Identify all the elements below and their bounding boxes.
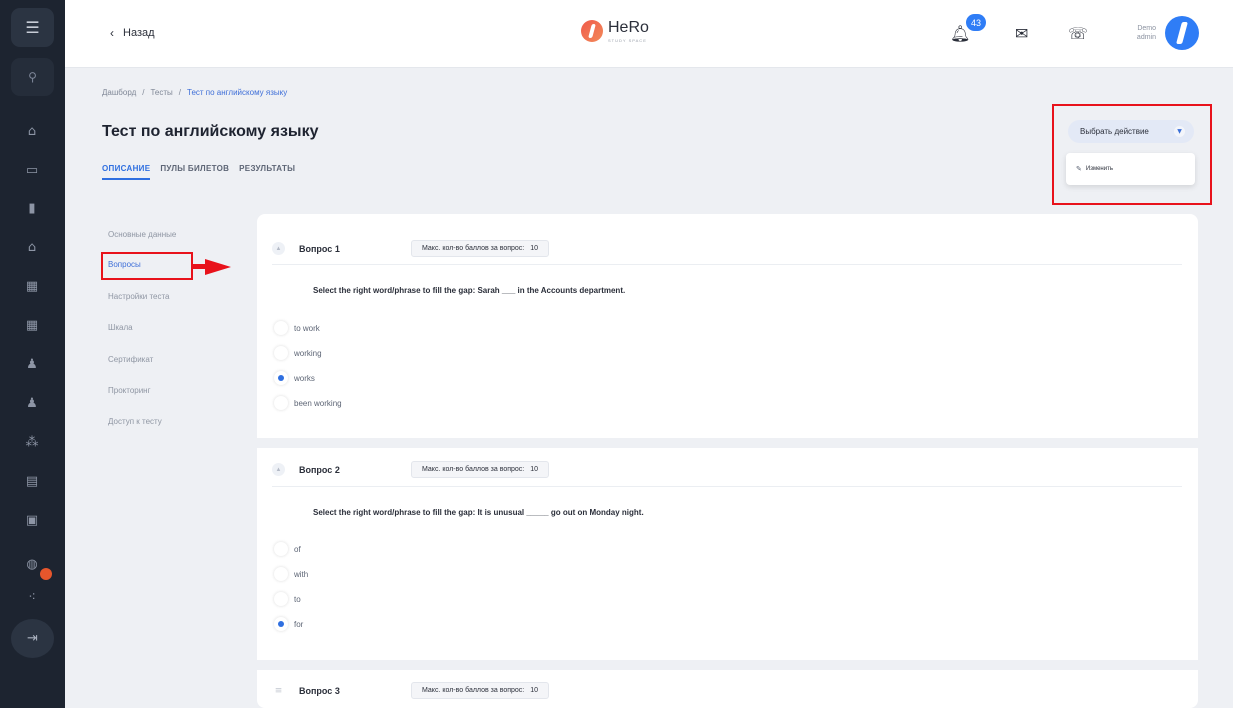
question-text: Select the right word/phrase to fill the… <box>313 286 626 295</box>
submenu-item-basic[interactable]: Основные данные <box>108 230 176 239</box>
divider <box>272 486 1182 487</box>
monitor-icon[interactable]: ▭ <box>19 159 45 181</box>
submenu-item-access[interactable]: Доступ к тесту <box>108 417 162 426</box>
breadcrumb-current: Тест по английскому языку <box>187 88 288 97</box>
tabs: ОПИСАНИЕ ПУЛЫ БИЛЕТОВ РЕЗУЛЬТАТЫ <box>102 164 295 180</box>
answer-option[interactable]: to <box>274 592 301 606</box>
answer-option[interactable]: to work <box>274 321 320 335</box>
question-label: Вопрос 3 <box>299 685 340 696</box>
answer-option[interactable]: been working <box>274 396 342 410</box>
submenu-item-settings[interactable]: Настройки теста <box>108 292 170 301</box>
logo-subtitle: STUDY SPACE <box>608 38 647 43</box>
collapse-icon[interactable]: ▲ <box>272 242 285 255</box>
person-icon[interactable]: ♟ <box>19 392 45 414</box>
user-name: Demo <box>1137 25 1156 32</box>
menu-icon[interactable]: ☰ <box>11 8 54 47</box>
answer-option[interactable]: of <box>274 542 301 556</box>
highlight-arrow-head <box>205 259 231 275</box>
document-icon[interactable]: ▤ <box>19 470 45 492</box>
left-sidebar: ☰ ⚲ ⌂ ▭ ▮ ⌂ ▦ ▦ ♟ ♟ ⁂ ▤ ▣ ◍ ⁖ ⇥ <box>0 0 65 708</box>
top-header: ‹ Назад HeRo STUDY SPACE 🔔︎ 43 ✉ ☏ Demo … <box>65 0 1233 68</box>
tab-description[interactable]: ОПИСАНИЕ <box>102 164 151 180</box>
answer-option[interactable]: for <box>274 617 303 631</box>
support-icon[interactable]: ☏ <box>1068 24 1088 43</box>
breadcrumb-item[interactable]: Дашборд <box>102 88 136 97</box>
page-title: Тест по английскому языку <box>102 123 319 140</box>
highlight-box-questions <box>101 252 193 280</box>
collapse-icon[interactable]: ▲ <box>272 463 285 476</box>
drag-handle-icon[interactable]: ≡ <box>272 684 285 697</box>
max-score-badge: Макс. кол-во баллов за вопрос: 10 <box>411 240 550 257</box>
radio-button[interactable] <box>274 567 288 581</box>
notification-badge: 43 <box>966 14 986 31</box>
submenu-item-proctoring[interactable]: Прокторинг <box>108 386 151 395</box>
card-icon[interactable]: ▣ <box>19 509 45 531</box>
tab-ticket-pools[interactable]: ПУЛЫ БИЛЕТОВ <box>160 164 229 180</box>
search-icon[interactable]: ⚲ <box>11 58 54 96</box>
breadcrumb-item[interactable]: Тесты <box>150 88 172 97</box>
submenu-item-certificate[interactable]: Сертификат <box>108 355 153 364</box>
submenu-item-scale[interactable]: Шкала <box>108 323 133 332</box>
tab-results[interactable]: РЕЗУЛЬТАТЫ <box>239 164 295 180</box>
home-icon[interactable]: ⌂ <box>19 120 45 142</box>
grid-icon[interactable]: ▦ <box>19 314 45 336</box>
question-header: ▲ Вопрос 2 Макс. кол-во баллов за вопрос… <box>272 461 550 478</box>
question-separator <box>257 660 1198 670</box>
mail-icon[interactable]: ✉ <box>1015 24 1028 43</box>
question-separator <box>257 438 1198 448</box>
org-icon[interactable]: ⁖ <box>19 586 45 608</box>
highlight-box-actions <box>1052 104 1212 205</box>
group-icon[interactable]: ⁂ <box>19 431 45 453</box>
radio-button[interactable] <box>274 396 288 410</box>
answer-option[interactable]: working <box>274 346 322 360</box>
question-text: Select the right word/phrase to fill the… <box>313 508 644 517</box>
question-label: Вопрос 2 <box>299 464 340 475</box>
max-score-badge: Макс. кол-во баллов за вопрос: 10 <box>411 682 550 699</box>
logout-icon[interactable]: ⇥ <box>11 619 54 658</box>
book-icon[interactable]: ▮ <box>19 197 45 219</box>
radio-button[interactable] <box>274 542 288 556</box>
notification-dot <box>40 568 52 580</box>
max-score-badge: Макс. кол-во баллов за вопрос: 10 <box>411 461 550 478</box>
logo-icon <box>581 20 603 42</box>
back-label: Назад <box>123 27 155 39</box>
radio-button-checked[interactable] <box>274 617 288 631</box>
question-label: Вопрос 1 <box>299 243 340 254</box>
calendar-icon[interactable]: ▦ <box>19 275 45 297</box>
question-header: ≡ Вопрос 3 Макс. кол-во баллов за вопрос… <box>272 682 550 699</box>
graduation-icon[interactable]: ⌂ <box>19 236 45 258</box>
user-role: admin <box>1136 34 1156 41</box>
user-icon[interactable]: ♟ <box>19 353 45 375</box>
radio-button[interactable] <box>274 592 288 606</box>
avatar[interactable] <box>1161 12 1203 54</box>
question-header: ▲ Вопрос 1 Макс. кол-во баллов за вопрос… <box>272 240 550 257</box>
back-button[interactable]: ‹ Назад <box>110 26 155 40</box>
divider <box>272 264 1182 265</box>
logo-text: HeRo <box>608 19 649 36</box>
answer-option[interactable]: with <box>274 567 308 581</box>
radio-button[interactable] <box>274 321 288 335</box>
breadcrumb: Дашборд / Тесты / Тест по английскому яз… <box>102 88 288 97</box>
answer-option[interactable]: works <box>274 371 315 385</box>
chevron-left-icon: ‹ <box>110 26 114 40</box>
logo[interactable]: HeRo STUDY SPACE <box>581 19 649 43</box>
user-info[interactable]: Demo admin <box>1131 24 1156 42</box>
radio-button[interactable] <box>274 346 288 360</box>
radio-button-checked[interactable] <box>274 371 288 385</box>
